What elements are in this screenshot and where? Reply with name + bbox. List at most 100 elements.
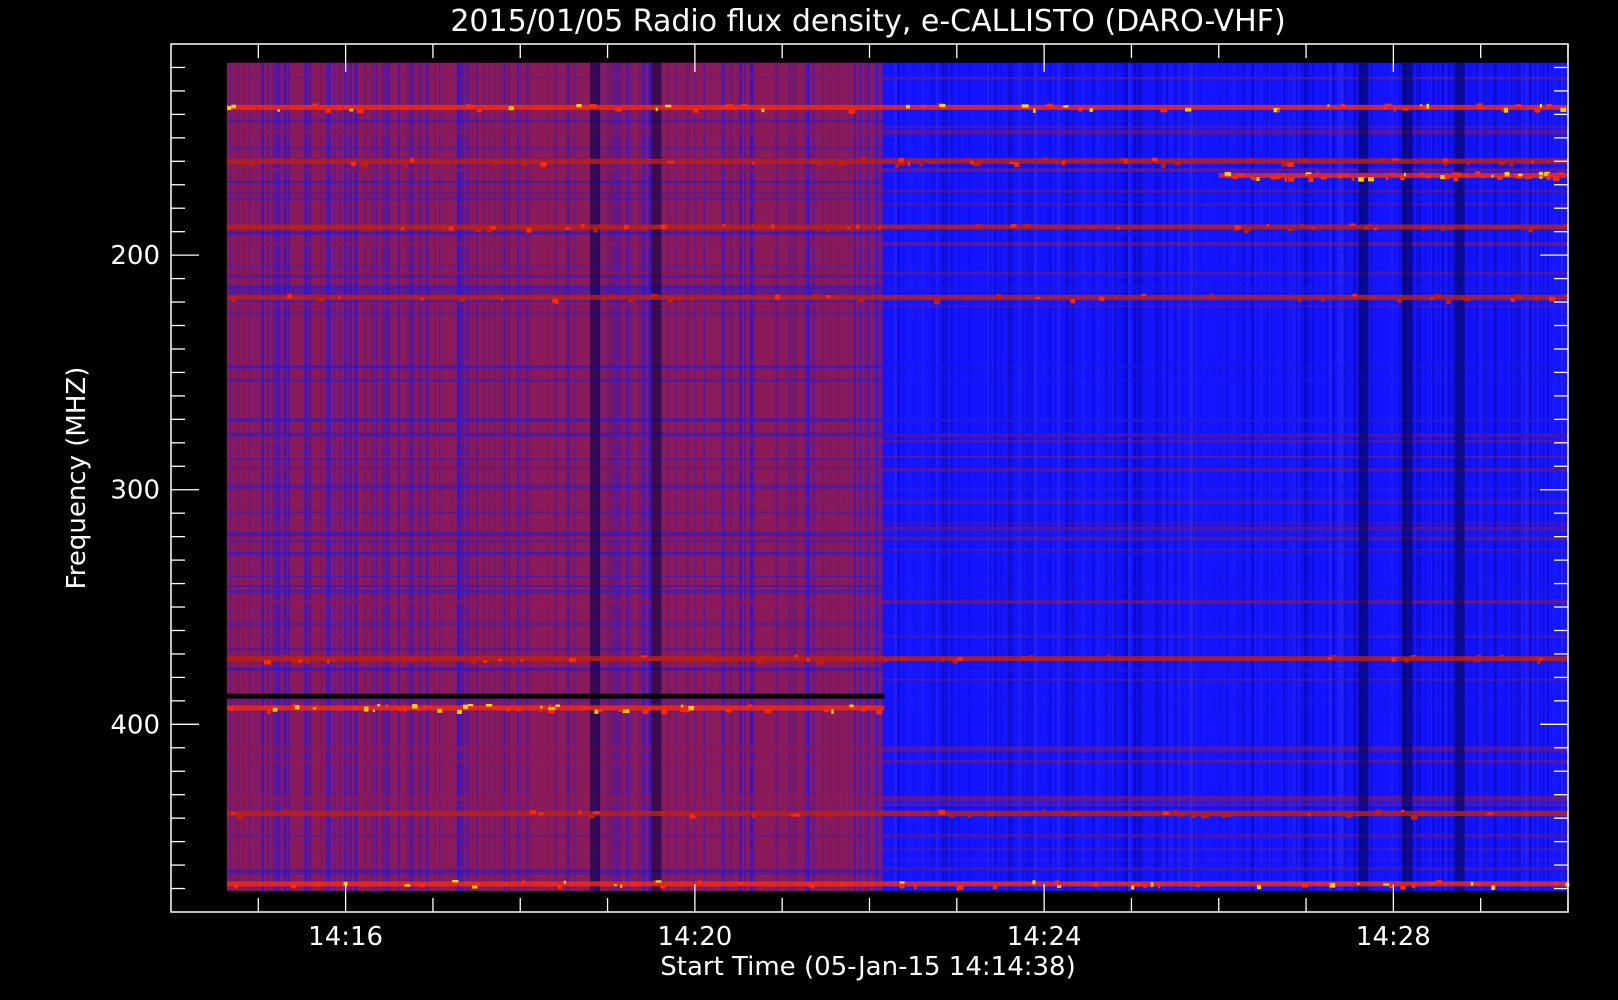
emission-speck [1420,813,1423,817]
emission-speck [659,811,667,816]
emission-speck [1345,814,1352,818]
noise-column [1163,62,1167,891]
emission-speck [827,812,833,818]
emission-speck [1184,107,1192,112]
noise-column [1494,62,1497,891]
emission-speck [580,223,585,228]
noise-column [308,62,311,891]
emission-speck [1033,108,1036,113]
emission-speck [417,707,421,711]
emission-speck [740,103,748,106]
noise-column [1123,62,1125,891]
noise-column [1139,62,1142,891]
emission-speck [1400,885,1406,890]
emission-speck [1071,812,1075,816]
emission-speck [1482,226,1485,230]
emission-speck [856,224,860,229]
emission-speck [1327,104,1330,107]
noise-column [229,62,232,891]
noise-column [944,62,945,891]
emission-speck [1055,880,1059,885]
noise-column [527,62,531,891]
emission-speck [475,228,482,233]
emission-speck [459,295,463,298]
emission-speck [486,228,493,233]
noise-column [867,62,870,891]
emission-speck [1463,296,1471,301]
noise-column [1051,62,1053,891]
emission-speck [248,163,256,167]
emission-speck [1365,225,1370,230]
noise-column [921,62,925,891]
emission-speck [1518,173,1523,177]
emission-speck [1442,158,1449,162]
emission-speck [437,708,443,713]
emission-speck [1425,174,1431,179]
noise-column [1447,62,1450,891]
noise-column [421,62,423,891]
emission-speck [1421,226,1425,231]
emission-speck [352,706,359,711]
noise-column [864,62,866,891]
emission-speck [589,103,597,108]
emission-speck [847,226,851,229]
emission-speck [624,224,629,230]
emission-speck [480,655,485,658]
noise-column [1329,62,1332,891]
emission-speck [557,884,562,890]
emission-speck [790,814,796,817]
emission-speck [476,108,482,113]
emission-speck [290,884,297,889]
emission-speck [907,161,911,167]
noise-column [828,62,830,891]
emission-speck [1504,171,1510,177]
emission-speck [540,705,543,709]
emission-speck [1444,174,1450,180]
noise-column [1254,62,1256,891]
emission-speck [231,812,236,815]
emission-speck [759,811,763,817]
emission-speck [655,107,658,112]
emission-speck [727,107,735,110]
emission-speck [895,163,899,169]
emission-speck [400,227,405,231]
emission-speck [1046,103,1054,108]
emission-speck [1473,659,1481,663]
emission-speck [1329,882,1336,888]
emission-speck [578,810,582,815]
emission-speck [298,659,303,663]
emission-speck [997,655,1001,660]
emission-speck [1011,224,1017,228]
noise-column [1058,62,1060,891]
noise-column [410,62,413,891]
noise-column [376,62,379,891]
noise-column [1105,62,1107,891]
emission-speck [993,885,997,890]
emission-speck [1400,809,1405,813]
emission-speck [402,658,405,664]
emission-speck [521,161,527,167]
emission-speck [723,160,728,165]
emission-speck [1317,883,1320,886]
emission-speck [1534,108,1541,113]
emission-speck [526,227,532,233]
emission-speck [1075,812,1078,816]
emission-speck [1531,172,1535,177]
emission-speck [1351,177,1354,181]
emission-speck [1419,810,1426,814]
noise-column [749,62,752,891]
noise-column [1209,62,1211,891]
emission-speck [1117,227,1120,230]
emission-speck [538,812,544,816]
emission-speck [312,103,318,106]
noise-column [1132,62,1135,891]
emission-speck [1538,171,1544,176]
noise-column [1032,62,1034,891]
emission-speck [878,225,881,229]
emission-speck [315,881,321,887]
emission-speck [1560,107,1567,112]
noise-column [950,62,953,891]
emission-speck [1547,173,1555,176]
emission-speck [1524,176,1532,179]
emission-speck [505,707,511,712]
